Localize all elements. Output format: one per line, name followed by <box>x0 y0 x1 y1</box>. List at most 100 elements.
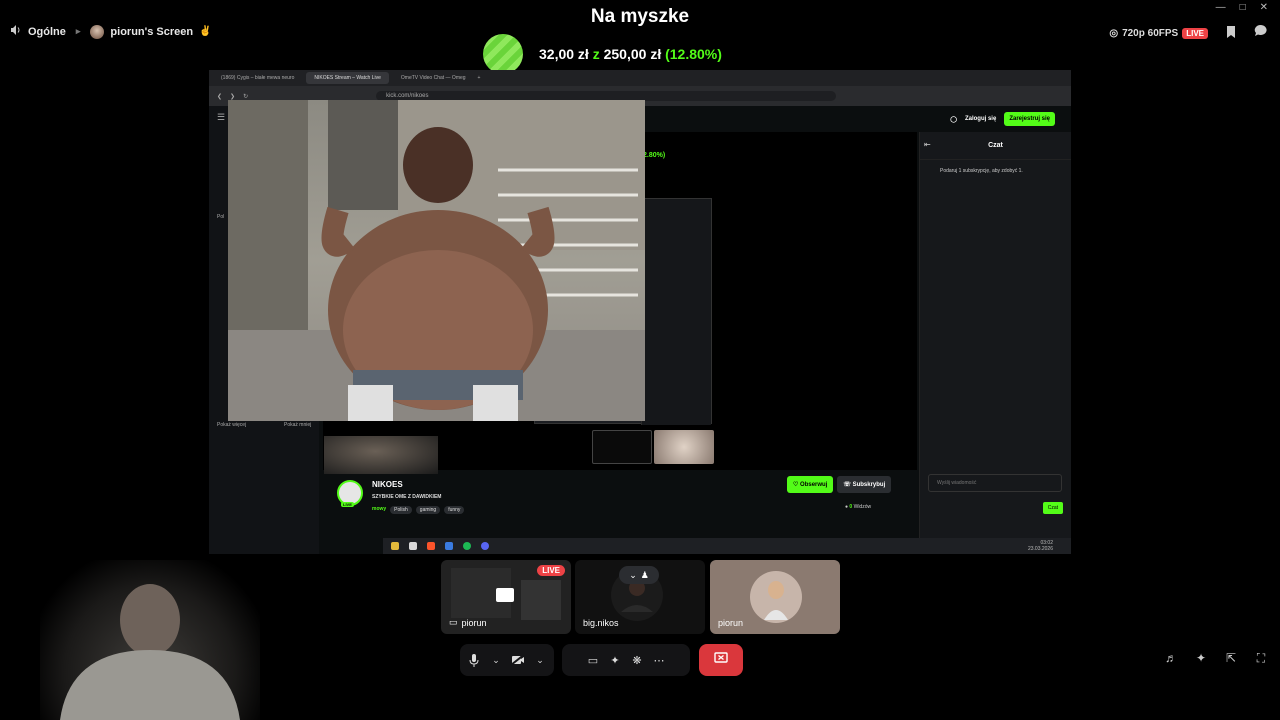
screen-share-icon[interactable]: ▭ <box>582 649 604 671</box>
streamer-live-badge: LIVE <box>341 502 354 507</box>
stream-quality-icon: ◎ <box>1109 28 1119 39</box>
nested-thumbnail <box>592 430 652 464</box>
subscribe-label: Subskrybuj <box>852 482 886 488</box>
browser-tab[interactable]: (1869) Cygis – białe mewa neuro <box>213 72 302 84</box>
new-tab-button[interactable]: + <box>478 75 481 81</box>
menu-icon[interactable]: ☰ <box>217 112 225 123</box>
chevron-down-icon[interactable]: ⌄ <box>485 649 507 671</box>
microphone-icon[interactable] <box>463 649 485 671</box>
streamer-name[interactable]: NIKOES <box>372 480 403 489</box>
stream-tags: mowy Polish gaming funny <box>372 506 465 514</box>
participant-tile[interactable]: piorun <box>710 560 840 634</box>
popout-icon[interactable]: ⇱ <box>1224 651 1238 665</box>
stream-category[interactable]: mowy <box>372 506 386 514</box>
donation-goal-amount: 250,00 zł <box>603 46 662 62</box>
close-icon[interactable]: ✕ <box>1260 2 1268 13</box>
participant-label: ▭ piorun <box>449 617 487 628</box>
disconnect-button[interactable] <box>699 644 743 676</box>
screen-share-icon: ▭ <box>449 617 458 627</box>
viewers-number: 0 <box>849 504 853 510</box>
window-controls: — □ ✕ <box>1216 2 1268 13</box>
file-explorer-icon[interactable] <box>391 542 399 550</box>
system-clock: 03:02 23.03.2026 <box>1028 540 1053 552</box>
call-actions: ▭ ✦ ❋ ⋯ <box>562 644 690 676</box>
discord-icon[interactable] <box>481 542 489 550</box>
participant-overflow-menu[interactable]: ⌄ ♟ <box>619 566 659 584</box>
add-friend-icon: ♟ <box>640 569 649 580</box>
follow-button[interactable]: ♡ Obserwuj <box>787 476 834 493</box>
page-title: Na myszke <box>590 6 690 27</box>
minimize-icon[interactable]: — <box>1216 2 1226 13</box>
kick-chat: ⇤ Czat Podaruj 1 subskrypcję, aby zdobyć… <box>919 132 1071 554</box>
sidebar-heading: Pol <box>217 214 225 220</box>
clock-date: 23.03.2026 <box>1027 546 1053 552</box>
donation-logo-icon <box>483 34 523 74</box>
soundboard-icon[interactable]: ❋ <box>626 649 648 671</box>
overlay-image <box>228 100 645 421</box>
activities-icon[interactable]: ✦ <box>604 649 626 671</box>
viewers-icon: ● <box>845 504 849 510</box>
participant-name: piorun <box>461 617 487 628</box>
chat-input[interactable]: Wyślij wiadomość <box>928 474 1062 492</box>
collapse-chat-icon[interactable]: ⇤ <box>924 140 931 149</box>
chevron-down-icon[interactable]: ⌄ <box>529 649 551 671</box>
kick-header-actions: ◯ Zaloguj się Zarejestruj się <box>950 112 1055 126</box>
spotify-icon[interactable] <box>463 542 471 550</box>
chevron-down-icon: ⌄ <box>629 569 637 580</box>
streamer-facecam <box>324 436 438 474</box>
show-less-link[interactable]: Pokaż mniej <box>284 422 311 428</box>
webcam-feed <box>40 560 260 720</box>
login-button[interactable]: Zaloguj się <box>965 116 996 122</box>
stream-title: SZYBKIE OME Z DAWIDKIEM <box>372 494 442 500</box>
more-options-icon[interactable]: ⋯ <box>648 649 670 671</box>
globe-icon[interactable]: ◯ <box>950 116 957 123</box>
calendar-icon[interactable] <box>409 542 417 550</box>
pin-icon[interactable]: ✦ <box>1194 651 1208 665</box>
back-icon[interactable]: ❮ <box>217 93 222 100</box>
fullscreen-icon[interactable]: ⛶ <box>1254 651 1268 665</box>
viewers-label: Widzów <box>853 504 872 510</box>
participant-label: piorun <box>718 618 743 628</box>
audio-video-controls: ⌄ ⌄ <box>460 644 554 676</box>
stream-quality: ◎ 720p 60FPS LIVE <box>1109 28 1208 39</box>
store-icon[interactable] <box>445 542 453 550</box>
bookmark-icon[interactable] <box>1226 25 1236 43</box>
forward-icon[interactable]: ❯ <box>230 93 235 100</box>
donation-text: 32,00 zł z 250,00 zł (12.80%) <box>539 46 722 62</box>
chat-gift-message: Podaruj 1 subskrypcję, aby zdobyć 1. <box>940 168 1023 174</box>
participant-live-badge: LIVE <box>537 565 565 576</box>
register-button[interactable]: Zarejestruj się <box>1004 112 1055 126</box>
donation-current: 32,00 zł <box>539 46 589 62</box>
chat-bubble-icon[interactable] <box>1254 24 1268 43</box>
stream-tag[interactable]: funny <box>444 506 465 514</box>
nested-chat <box>641 199 711 425</box>
nested-thumbnail <box>654 430 714 464</box>
brave-browser-icon[interactable] <box>427 542 435 550</box>
subscribe-button[interactable]: ☏ Subskrybuj <box>837 476 892 493</box>
viewer-count: ● 0 Widzów <box>845 504 871 510</box>
reload-icon[interactable]: ↻ <box>243 93 248 100</box>
donation-separator: z <box>592 46 600 62</box>
stop-stream-icon <box>714 651 728 669</box>
top-bar: Ogólne ▸ piorun's Screen ✌ Na myszke 32,… <box>0 0 1280 74</box>
percent-fragment: 2.80%) <box>643 152 666 159</box>
stream-status: ◎ 720p 60FPS LIVE <box>1109 24 1268 43</box>
quality-label: 720p 60FPS <box>1122 28 1179 39</box>
camera-off-icon[interactable] <box>507 649 529 671</box>
follow-label: Obserwuj <box>800 482 828 488</box>
show-more-link[interactable]: Pokaż więcej <box>217 422 246 428</box>
maximize-icon[interactable]: □ <box>1240 2 1246 13</box>
browser-tab-active[interactable]: NIKOES Stream – Watch Live <box>306 72 389 84</box>
stream-tag[interactable]: Polish <box>390 506 412 514</box>
browser-tab-bar: (1869) Cygis – białe mewa neuro NIKOES S… <box>209 70 1071 86</box>
participant-tile[interactable]: LIVE ▭ piorun <box>441 560 571 634</box>
participant-name: piorun <box>718 618 744 628</box>
stream-actions: ♡ Obserwuj ☏ Subskrybuj <box>787 476 892 493</box>
live-badge: LIVE <box>1182 28 1208 39</box>
donation-percent: (12.80%) <box>665 46 722 62</box>
participant-tile[interactable]: ⌄ ♟ big.nikos <box>575 560 705 634</box>
volume-icon[interactable]: ♬ <box>1164 651 1178 665</box>
browser-tab[interactable]: OmeTV Video Chat — Omeg <box>393 72 474 84</box>
stream-tag[interactable]: gaming <box>415 506 441 514</box>
chat-send-button[interactable]: Czat <box>1042 502 1063 514</box>
